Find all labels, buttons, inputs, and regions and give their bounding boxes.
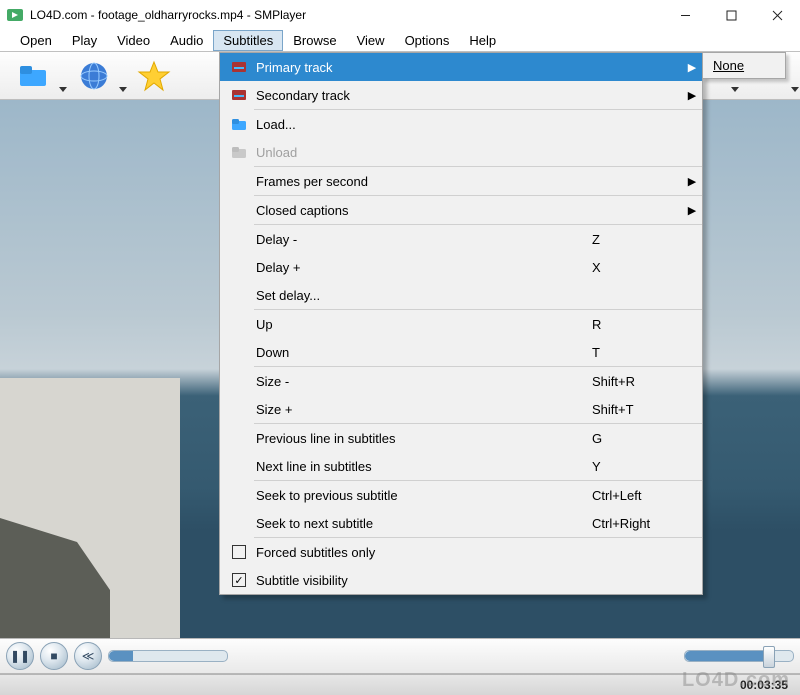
subtitles-menu-item[interactable]: Delay +X <box>220 253 702 281</box>
seek-fill <box>109 651 133 661</box>
menu-item-shortcut: T <box>592 345 682 360</box>
chevron-down-icon[interactable] <box>790 84 800 94</box>
submenu-arrow-icon: ▶ <box>682 89 702 102</box>
menu-browse[interactable]: Browse <box>283 30 346 51</box>
menu-item-label: Previous line in subtitles <box>250 431 592 446</box>
menu-item-label: Seek to next subtitle <box>250 516 592 531</box>
menu-item-label: Secondary track <box>250 88 592 103</box>
menu-play[interactable]: Play <box>62 30 107 51</box>
folder-dim-icon <box>228 145 250 159</box>
menu-bar: Open Play Video Audio Subtitles Browse V… <box>0 30 800 52</box>
favorites-button[interactable] <box>126 55 182 97</box>
subtitles-menu-item[interactable]: Load... <box>220 110 702 138</box>
primary-track-submenu: None <box>702 52 786 79</box>
subtitles-menu-item[interactable]: Delay -Z <box>220 225 702 253</box>
menu-item-label: Down <box>250 345 592 360</box>
menu-item-shortcut: Z <box>592 232 682 247</box>
menu-audio[interactable]: Audio <box>160 30 213 51</box>
menu-item-shortcut: Y <box>592 459 682 474</box>
minimize-button[interactable] <box>662 0 708 30</box>
subtitles-menu-item[interactable]: Closed captions ▶ <box>220 196 702 224</box>
volume-slider[interactable] <box>684 650 794 662</box>
subtitles-menu-item[interactable]: Seek to previous subtitleCtrl+Left <box>220 481 702 509</box>
subtitles-menu-item[interactable]: Forced subtitles only <box>220 538 702 566</box>
open-file-button[interactable] <box>6 55 62 97</box>
subtitles-menu-item[interactable]: ✓Subtitle visibility <box>220 566 702 594</box>
menu-item-label: Size + <box>250 402 592 417</box>
menu-item-shortcut: Ctrl+Right <box>592 516 682 531</box>
menu-item-label: Load... <box>250 117 592 132</box>
menu-item-shortcut: X <box>592 260 682 275</box>
title-bar: LO4D.com - footage_oldharryrocks.mp4 - S… <box>0 0 800 30</box>
menu-item-shortcut: Shift+T <box>592 402 682 417</box>
subtitles-menu-item[interactable]: Frames per second ▶ <box>220 167 702 195</box>
menu-item-label: Closed captions <box>250 203 592 218</box>
submenu-arrow-icon: ▶ <box>682 61 702 74</box>
menu-item-label: Subtitle visibility <box>250 573 592 588</box>
submenu-item-none[interactable]: None <box>703 53 785 78</box>
menu-item-label: Seek to previous subtitle <box>250 488 592 503</box>
menu-item-shortcut: G <box>592 431 682 446</box>
volume-fill <box>685 651 766 661</box>
subtitles-menu-item[interactable]: Size -Shift+R <box>220 367 702 395</box>
status-bar: 00:03:35 <box>0 674 800 695</box>
menu-help[interactable]: Help <box>459 30 506 51</box>
menu-options[interactable]: Options <box>395 30 460 51</box>
window-title: LO4D.com - footage_oldharryrocks.mp4 - S… <box>30 8 662 22</box>
menu-item-shortcut: Shift+R <box>592 374 682 389</box>
menu-item-label: Frames per second <box>250 174 592 189</box>
subtitles-menu-item[interactable]: Primary track ▶ <box>220 53 702 81</box>
subtitles-dropdown: Primary track ▶ Secondary track ▶ Load... Unl… <box>219 52 703 595</box>
menu-video[interactable]: Video <box>107 30 160 51</box>
timecode: 00:03:35 <box>740 678 788 692</box>
subtitles-menu-item[interactable]: Set delay... <box>220 281 702 309</box>
subtitle-primary-icon <box>228 60 250 74</box>
subtitles-menu-item[interactable]: DownT <box>220 338 702 366</box>
menu-item-label: Up <box>250 317 592 332</box>
folder-icon <box>17 62 51 90</box>
menu-subtitles[interactable]: Subtitles <box>213 30 283 51</box>
menu-item-label: Delay + <box>250 260 592 275</box>
rewind-button[interactable]: ≪ <box>74 642 102 670</box>
submenu-arrow-icon: ▶ <box>682 204 702 217</box>
globe-icon <box>78 60 110 92</box>
menu-item-label: Unload <box>250 145 592 160</box>
stop-button[interactable]: ■ <box>40 642 68 670</box>
subtitles-menu-item[interactable]: Next line in subtitlesY <box>220 452 702 480</box>
menu-item-label: Delay - <box>250 232 592 247</box>
volume-thumb[interactable] <box>763 646 775 668</box>
subtitles-menu-item[interactable]: Previous line in subtitlesG <box>220 424 702 452</box>
star-icon <box>137 59 171 93</box>
close-button[interactable] <box>754 0 800 30</box>
menu-item-label: Next line in subtitles <box>250 459 592 474</box>
app-icon <box>6 6 24 24</box>
menu-item-label: Set delay... <box>250 288 592 303</box>
menu-open[interactable]: Open <box>10 30 62 51</box>
folder-icon <box>228 117 250 131</box>
menu-item-label: Primary track <box>250 60 592 75</box>
subtitles-menu-item: Unload <box>220 138 702 166</box>
subtitle-secondary-icon <box>228 88 250 102</box>
subtitles-menu-item[interactable]: Size +Shift+T <box>220 395 702 423</box>
maximize-button[interactable] <box>708 0 754 30</box>
submenu-arrow-icon: ▶ <box>682 175 702 188</box>
menu-item-shortcut: R <box>592 317 682 332</box>
menu-item-label: Forced subtitles only <box>250 545 592 560</box>
subtitles-menu-item[interactable]: UpR <box>220 310 702 338</box>
subtitles-menu-item[interactable]: Seek to next subtitleCtrl+Right <box>220 509 702 537</box>
menu-item-label: Size - <box>250 374 592 389</box>
control-bar: ❚❚ ■ ≪ <box>0 638 800 674</box>
pause-button[interactable]: ❚❚ <box>6 642 34 670</box>
checkbox-icon: ✓ <box>228 573 250 587</box>
checkbox-icon <box>228 545 250 559</box>
open-url-button[interactable] <box>66 55 122 97</box>
menu-view[interactable]: View <box>347 30 395 51</box>
menu-item-shortcut: Ctrl+Left <box>592 488 682 503</box>
seek-slider[interactable] <box>108 650 228 662</box>
subtitles-menu-item[interactable]: Secondary track ▶ <box>220 81 702 109</box>
